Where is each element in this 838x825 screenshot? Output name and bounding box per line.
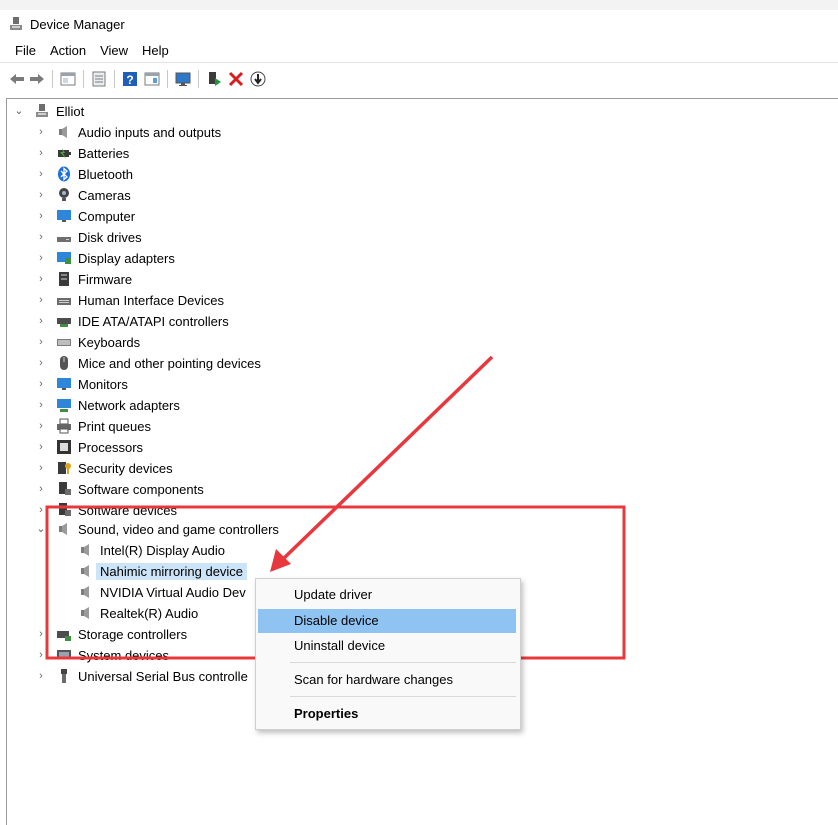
menu-item-uninstall-device[interactable]: Uninstall device <box>256 634 520 658</box>
menu-separator <box>290 696 516 697</box>
annotation-arrow-line <box>280 355 494 562</box>
menu-separator <box>290 662 516 663</box>
menu-item-update-driver[interactable]: Update driver <box>256 583 520 607</box>
context-menu: Update driver Disable device Uninstall d… <box>255 578 521 730</box>
menu-item-scan-hardware[interactable]: Scan for hardware changes <box>256 668 520 692</box>
menu-item-properties[interactable]: Properties <box>256 702 520 726</box>
menu-item-disable-device[interactable]: Disable device <box>258 609 516 633</box>
